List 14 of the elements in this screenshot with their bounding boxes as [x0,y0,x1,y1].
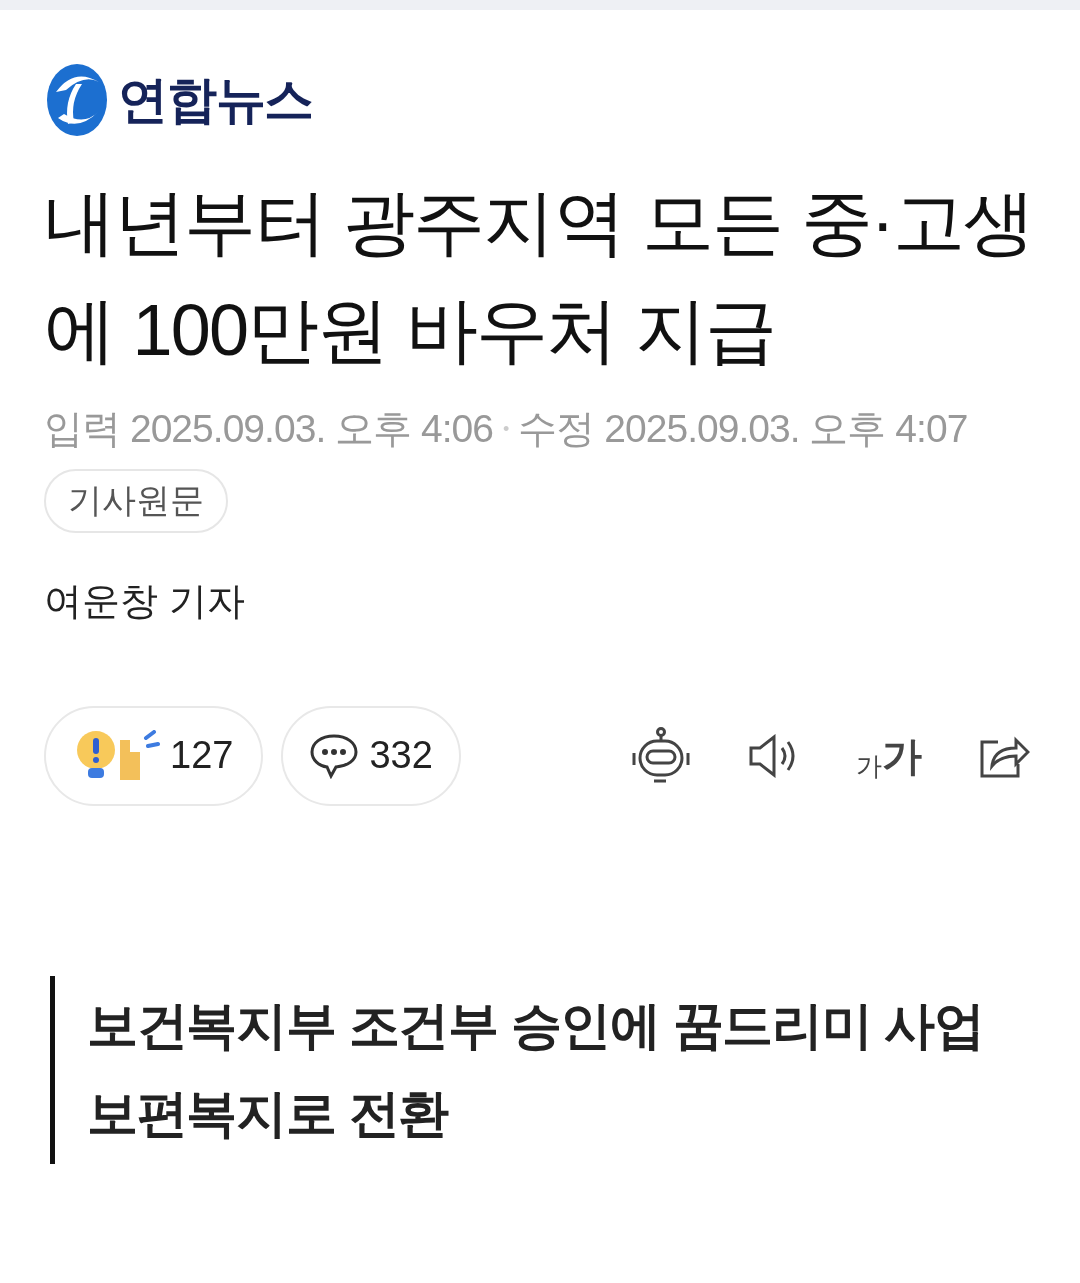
brand-name: 연합뉴스 [118,70,313,130]
robot-icon[interactable] [630,726,692,785]
original-article-button[interactable]: 기사원문 [44,468,228,533]
globe-logo-icon [44,62,110,138]
separator-dot: • [503,417,509,441]
reporter-byline: 여운창 기자 [44,578,246,624]
modified-time: 수정 2025.09.03. 오후 4:07 [518,406,968,452]
speech-bubble-icon [309,732,360,779]
article-subheading: 보건복지부 조건부 승인에 꿈드리미 사업 보편복지로 전환 [87,995,985,1144]
reaction-button[interactable]: 127 [44,705,264,806]
article-headline: 내년부터 광주지역 모든 중·고생에 100만원 바우처 지급 [44,181,1034,372]
comment-button[interactable]: 332 [281,705,461,806]
lightbulb-thumbs-up-icon [74,729,162,782]
published-time: 입력 2025.09.03. 오후 4:06 [44,406,493,452]
